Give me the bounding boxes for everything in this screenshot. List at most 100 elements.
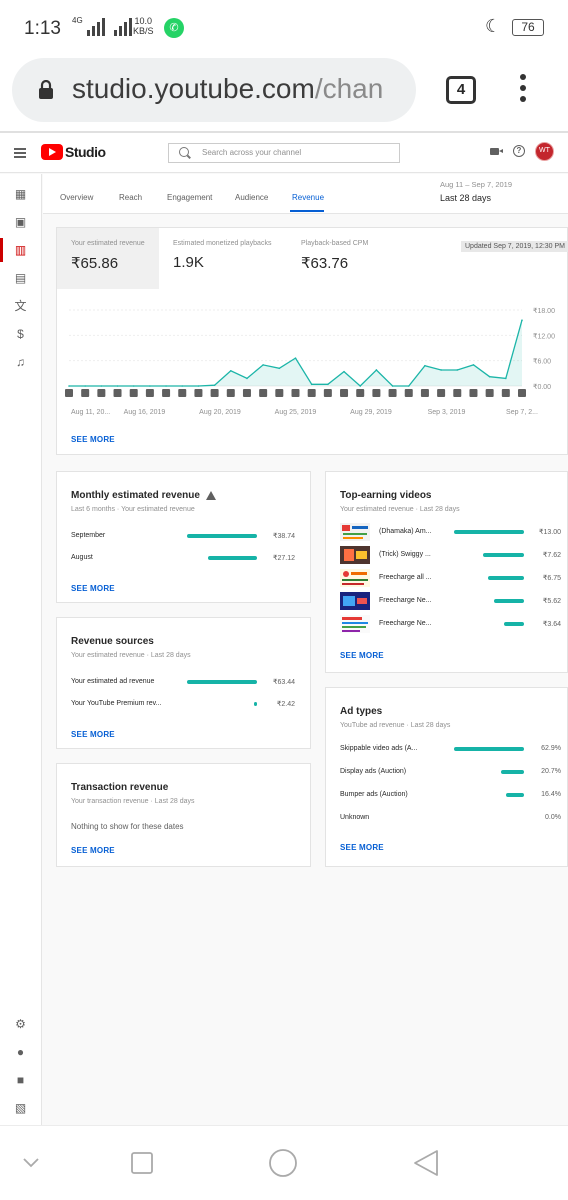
series-point [488,375,491,378]
translations-icon[interactable]: 文 [14,300,27,313]
youtube-logo-icon[interactable] [41,144,63,160]
active-tab-indicator [290,210,324,212]
search-icon [179,147,189,157]
series-point [327,383,329,386]
video-marker [178,389,187,397]
settings-icon[interactable]: ⚙ [14,1018,27,1031]
tab-switcher-button[interactable]: 4 [446,76,476,104]
hamburger-menu-icon[interactable] [14,148,26,160]
tab-revenue[interactable]: Revenue [292,193,324,202]
row-value: ₹3.64 [542,621,561,628]
active-nav-indicator [0,238,3,262]
video-title[interactable]: (Dhamaka) Am... [379,528,432,535]
search-input[interactable]: Search across your channel [168,143,400,163]
videos-icon[interactable]: ▣ [14,216,27,229]
video-thumbnail[interactable] [340,523,370,541]
revenue-chart: ₹18.00 ₹12.00 ₹6.00 ₹0.00 Aug 11, 20... Aug 1… [65,307,555,416]
series-point [229,370,232,372]
see-more-link[interactable]: SEE MORE [340,843,384,852]
video-marker [81,389,90,397]
card-title: Ad types [340,706,383,717]
audio-library-icon[interactable]: ♫ [14,356,27,369]
row-value: 0.0% [545,814,561,821]
comments-icon[interactable]: ▤ [14,272,27,285]
metric-label: Playback-based CPM [301,240,369,247]
video-marker [242,389,251,397]
y-tick-label: ₹6.00 [533,358,551,366]
video-thumbnail[interactable] [340,615,370,633]
recents-button[interactable] [130,1151,154,1175]
see-more-link[interactable]: SEE MORE [340,651,384,660]
video-title[interactable]: Freecharge Ne... [379,620,432,627]
y-tick-label: ₹18.00 [533,307,555,315]
series-point [456,369,459,371]
revenue-bar [454,530,524,534]
video-thumbnail[interactable] [340,546,370,564]
metric-label: Estimated monetized playbacks [173,240,272,247]
status-time: 1:13 [24,18,61,39]
row-value: ₹63.44 [273,679,295,686]
browser-menu-icon[interactable] [515,74,531,106]
revenue-sources-card: Revenue sources Your estimated revenue ·… [56,617,311,749]
video-title[interactable]: Freecharge all ... [379,574,432,581]
series-point [343,370,345,373]
card-subtitle: YouTube ad revenue · Last 28 days [340,722,451,729]
video-thumbnail[interactable] [340,592,370,610]
search-placeholder: Search across your channel [202,148,302,157]
url-bar[interactable]: studio.youtube.com/chan [12,58,416,122]
metric-estimated-revenue[interactable]: Your estimated revenue ₹65.86 [57,228,159,289]
feedback-icon[interactable]: ■ [14,1074,27,1087]
revenue-bar [487,576,524,580]
ad-type-bar [500,770,524,774]
video-title[interactable]: (Trick) Swiggy ... [379,551,431,558]
see-more-link[interactable]: SEE MORE [71,846,115,855]
series-point [197,385,200,387]
video-marker [404,389,413,397]
tab-engagement[interactable]: Engagement [167,193,212,202]
create-video-icon[interactable] [490,148,503,155]
status-bar: 1:13 4G 10.0 KB/S ✆ ☾ 76 [0,0,568,56]
see-more-link[interactable]: SEE MORE [71,584,115,593]
metric-playback-cpm[interactable]: Playback-based CPM ₹63.76 [287,228,415,289]
card-title: Revenue sources [71,636,154,647]
chevron-down-icon[interactable] [22,1156,40,1168]
ad-types-card: Ad types YouTube ad revenue · Last 28 da… [325,687,568,867]
tab-reach[interactable]: Reach [119,193,142,202]
video-marker [226,389,235,397]
video-marker [259,389,268,397]
video-thumbnail[interactable] [340,569,370,587]
analytics-icon[interactable]: ▥ [14,244,27,257]
what-is-new-icon[interactable]: ● [14,1046,27,1059]
date-range-picker[interactable]: Last 28 days [440,193,491,203]
monetization-icon[interactable]: $ [14,328,27,341]
creator-studio-classic-icon[interactable]: ▧ [14,1102,27,1115]
revenue-bar [493,599,524,603]
see-more-link[interactable]: SEE MORE [71,435,115,444]
battery-icon: 76 [512,19,544,36]
row-label: August [71,554,93,561]
series-point [132,385,135,387]
whatsapp-icon: ✆ [164,18,184,38]
video-marker [145,389,154,397]
help-icon[interactable]: ? [513,145,525,157]
card-subtitle: Your transaction revenue · Last 28 days [71,798,195,805]
home-button[interactable] [268,1148,298,1178]
row-label: Your YouTube Premium rev... [71,700,162,707]
video-title[interactable]: Freecharge Ne... [379,597,432,604]
transaction-revenue-card: Transaction revenue Your transaction rev… [56,763,311,867]
card-title: Transaction revenue [71,782,169,793]
video-marker [420,389,429,397]
tab-overview[interactable]: Overview [60,193,93,202]
net-speed: 10.0 KB/S [133,16,154,36]
tab-audience[interactable]: Audience [235,193,268,202]
avatar[interactable]: WT [535,142,554,161]
lock-icon [39,80,53,99]
dashboard-icon[interactable]: ▦ [14,188,27,201]
back-button[interactable] [412,1148,440,1178]
row-value: ₹13.00 [539,529,561,536]
video-marker [97,389,106,397]
see-more-link[interactable]: SEE MORE [71,730,115,739]
video-marker [210,389,219,397]
series-point [181,385,184,387]
metric-monetized-playbacks[interactable]: Estimated monetized playbacks 1.9K [159,228,287,289]
